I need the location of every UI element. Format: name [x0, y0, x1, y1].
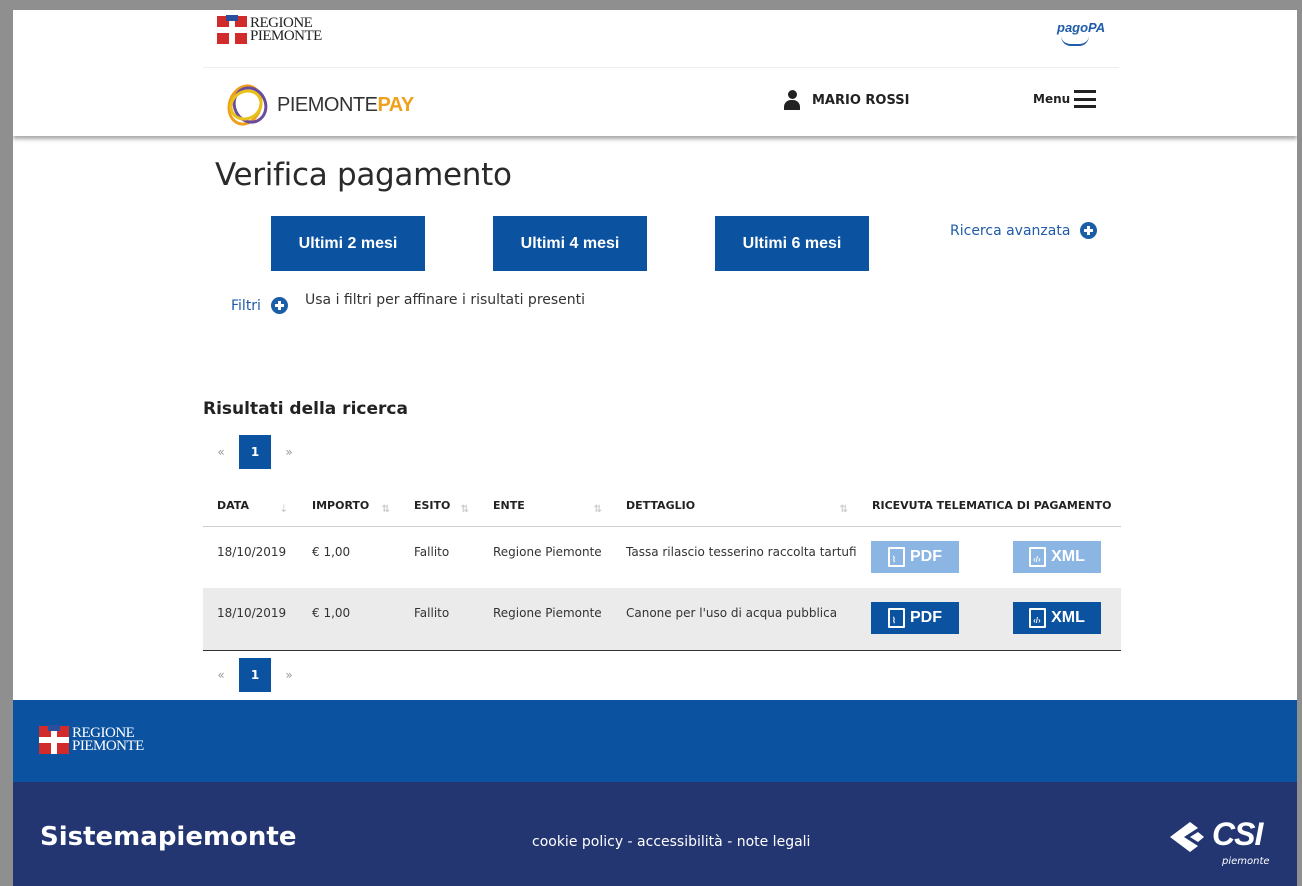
- xml-download-button[interactable]: ‹/› XML: [1013, 540, 1101, 573]
- pdf-file-icon: ⌇: [888, 546, 905, 567]
- table-header-row: DATA ⇣ IMPORTO ⇅ ESITO ⇅ ENTE ⇅ DETTAGLIO ⇅ R…: [203, 486, 1121, 527]
- cell-esito: Fallito: [400, 588, 479, 651]
- app-logo-part1: PIEMONTE: [277, 93, 378, 116]
- user-menu[interactable]: MARIO ROSSI: [784, 90, 909, 110]
- user-icon: [784, 90, 800, 110]
- region-logo-line2: PIEMONTE: [250, 28, 322, 44]
- pagopa-logo[interactable]: pagoPA: [1057, 20, 1105, 35]
- menu-label: Menu: [1033, 92, 1071, 106]
- csi-logo-sub: piemonte: [1222, 856, 1270, 867]
- user-name: MARIO ROSSI: [812, 92, 910, 108]
- cell-esito: Fallito: [414, 544, 450, 559]
- range-6-months-button[interactable]: Ultimi 6 mesi: [715, 216, 869, 271]
- footer-top-band: REGIONE PIEMONTE: [13, 700, 1297, 782]
- cell-ente: Regione Piemonte: [479, 588, 612, 651]
- cell-data: 18/10/2019: [217, 544, 287, 559]
- col-dettaglio[interactable]: DETTAGLIO ⇅: [612, 486, 858, 527]
- site-header: REGIONE PIEMONTE pagoPA PIEMONTEPAY MARI…: [13, 10, 1297, 136]
- csi-logo-text: CSI: [1212, 816, 1263, 852]
- table-row: 18/10/2019 € 1,00 Fallito Regione Piemon…: [203, 526, 1121, 588]
- xml-download-button[interactable]: ‹/› XML: [1013, 602, 1101, 634]
- filters-label: Filtri: [231, 297, 261, 314]
- col-ricevuta: RICEVUTA TELEMATICA DI PAGAMENTO: [858, 486, 1121, 527]
- footer-regione-logo[interactable]: REGIONE PIEMONTE: [39, 725, 144, 754]
- pdf-file-icon: ⌇: [888, 608, 905, 628]
- sort-icon: ⇅: [593, 504, 602, 515]
- cell-importo: € 1,00: [298, 588, 400, 651]
- plus-circle-icon: [1080, 222, 1098, 239]
- app-logo-part2: PAY: [377, 93, 414, 116]
- table-row: 18/10/2019 € 1,00 Fallito Regione Piemon…: [203, 588, 1121, 651]
- regione-piemonte-logo[interactable]: REGIONE PIEMONTE: [217, 15, 322, 44]
- cell-ente: Regione Piemonte: [493, 544, 602, 559]
- pagopa-arc-icon: [1061, 36, 1089, 46]
- pdf-download-button[interactable]: ⌇ PDF: [871, 540, 959, 573]
- sort-icon: ⇣: [279, 504, 288, 515]
- sort-icon: ⇅: [460, 504, 469, 515]
- hamburger-icon: [1074, 90, 1097, 108]
- sort-icon: ⇅: [839, 504, 848, 515]
- advanced-search-label: Ricerca avanzata: [950, 222, 1071, 239]
- footer-brand[interactable]: Sistemapiemonte: [40, 822, 297, 852]
- col-esito[interactable]: ESITO ⇅: [400, 486, 479, 527]
- results-table: DATA ⇣ IMPORTO ⇅ ESITO ⇅ ENTE ⇅ DETTAGLIO ⇅ R…: [203, 486, 1121, 651]
- header-divider: [203, 67, 1119, 68]
- cell-ricevuta: ⌇ PDF ‹/› XML: [858, 588, 1121, 651]
- pager-next[interactable]: »: [271, 668, 307, 682]
- piemontepay-logo[interactable]: PIEMONTEPAY: [221, 79, 414, 131]
- cell-dettaglio: Tassa rilascio tesserino raccolta tartuf…: [626, 544, 857, 559]
- range-4-months-button[interactable]: Ultimi 4 mesi: [493, 216, 647, 271]
- cell-dettaglio: Canone per l'uso di acqua pubblica: [612, 588, 858, 651]
- cell-ricevuta: ⌇ PDF ‹/› XML: [858, 526, 1121, 588]
- filters-hint: Usa i filtri per affinare i risultati pr…: [305, 292, 586, 308]
- regione-flag-icon: [39, 725, 69, 754]
- col-data[interactable]: DATA ⇣: [203, 486, 298, 527]
- regione-flag-icon: [217, 15, 247, 44]
- range-2-months-button[interactable]: Ultimi 2 mesi: [271, 216, 425, 271]
- pager-prev[interactable]: «: [203, 668, 239, 682]
- pdf-download-button[interactable]: ⌇ PDF: [871, 602, 959, 634]
- advanced-search-link[interactable]: Ricerca avanzata: [950, 222, 1098, 239]
- piemontepay-rings-icon: [221, 79, 274, 131]
- pager-page-current[interactable]: 1: [239, 435, 271, 469]
- cell-importo: € 1,00: [312, 544, 351, 559]
- browser-page: REGIONE PIEMONTE pagoPA PIEMONTEPAY MARI…: [13, 10, 1297, 886]
- footer-links[interactable]: cookie policy - accessibilità - note leg…: [532, 834, 810, 850]
- cell-data: 18/10/2019: [203, 588, 298, 651]
- filters-toggle[interactable]: Filtri: [231, 297, 288, 314]
- page-title: Verifica pagamento: [215, 157, 512, 193]
- csi-mark-icon: [1170, 822, 1204, 852]
- menu-button[interactable]: Menu: [1033, 90, 1097, 108]
- plus-circle-icon: [270, 297, 288, 314]
- footer-bottom-band: Sistemapiemonte cookie policy - accessib…: [13, 782, 1297, 886]
- pagination-top: « 1 »: [203, 435, 307, 469]
- csi-logo[interactable]: CSI piemonte: [1168, 816, 1270, 867]
- pagination-bottom: « 1 »: [203, 658, 307, 692]
- pager-prev[interactable]: «: [203, 445, 239, 459]
- pager-page-current[interactable]: 1: [239, 658, 271, 692]
- results-title: Risultati della ricerca: [203, 399, 408, 419]
- footer-region-line2: PIEMONTE: [72, 738, 144, 754]
- pager-next[interactable]: »: [271, 445, 307, 459]
- xml-file-icon: ‹/›: [1029, 608, 1047, 628]
- col-ente[interactable]: ENTE ⇅: [479, 486, 612, 527]
- col-importo[interactable]: IMPORTO ⇅: [298, 486, 400, 527]
- xml-file-icon: ‹/›: [1029, 546, 1047, 567]
- sort-icon: ⇅: [381, 504, 390, 515]
